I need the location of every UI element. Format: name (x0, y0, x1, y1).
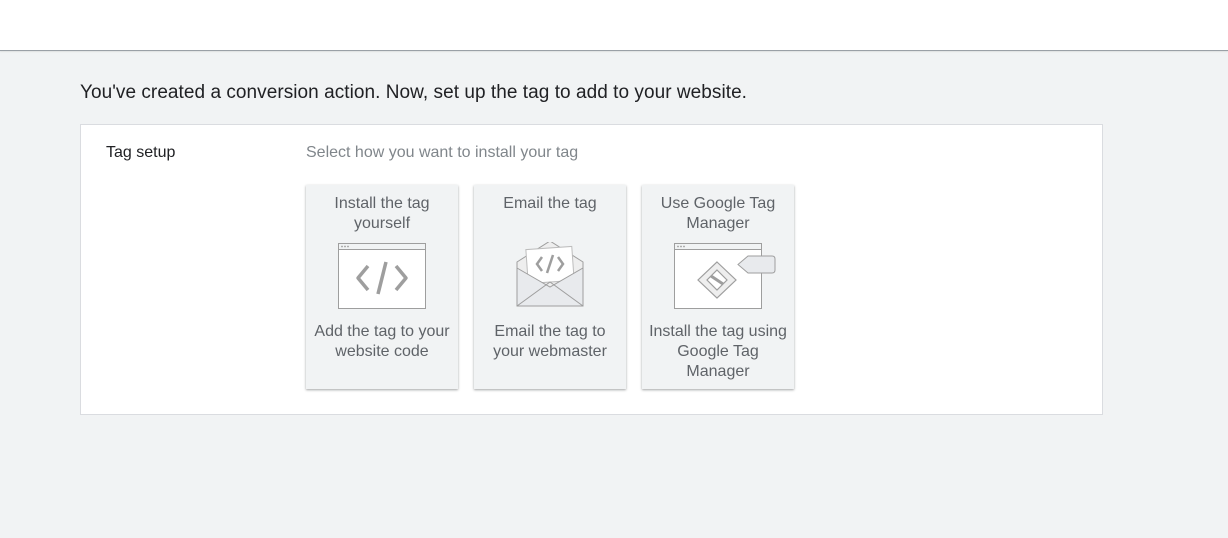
card-title: Install the tag yourself (334, 195, 430, 232)
email-tag-card[interactable]: Email the tag Email the tag to your webm… (474, 185, 626, 389)
page-headline: You've created a conversion action. Now,… (80, 82, 748, 103)
browser-code-icon (338, 243, 426, 309)
tag-manager-icon (674, 243, 776, 309)
tag-manager-card[interactable]: Use Google Tag Manager Install the tag u… (642, 185, 794, 389)
install-options: Install the tag yourself Add the tag to … (306, 185, 794, 389)
tag-setup-label: Tag setup (106, 144, 176, 161)
email-code-icon (516, 242, 584, 307)
card-description: Email the tag to your webmaster (493, 323, 607, 360)
tag-setup-panel: Tag setup Select how you want to install… (80, 124, 1103, 415)
install-yourself-card[interactable]: Install the tag yourself Add the tag to … (306, 185, 458, 389)
card-description: Add the tag to your website code (314, 323, 450, 360)
card-description: Install the tag using Google Tag Manager (649, 323, 787, 380)
tag-setup-instruction: Select how you want to install your tag (306, 144, 579, 161)
card-title: Email the tag (503, 195, 597, 212)
top-bar (0, 0, 1228, 51)
card-title: Use Google Tag Manager (660, 195, 776, 232)
